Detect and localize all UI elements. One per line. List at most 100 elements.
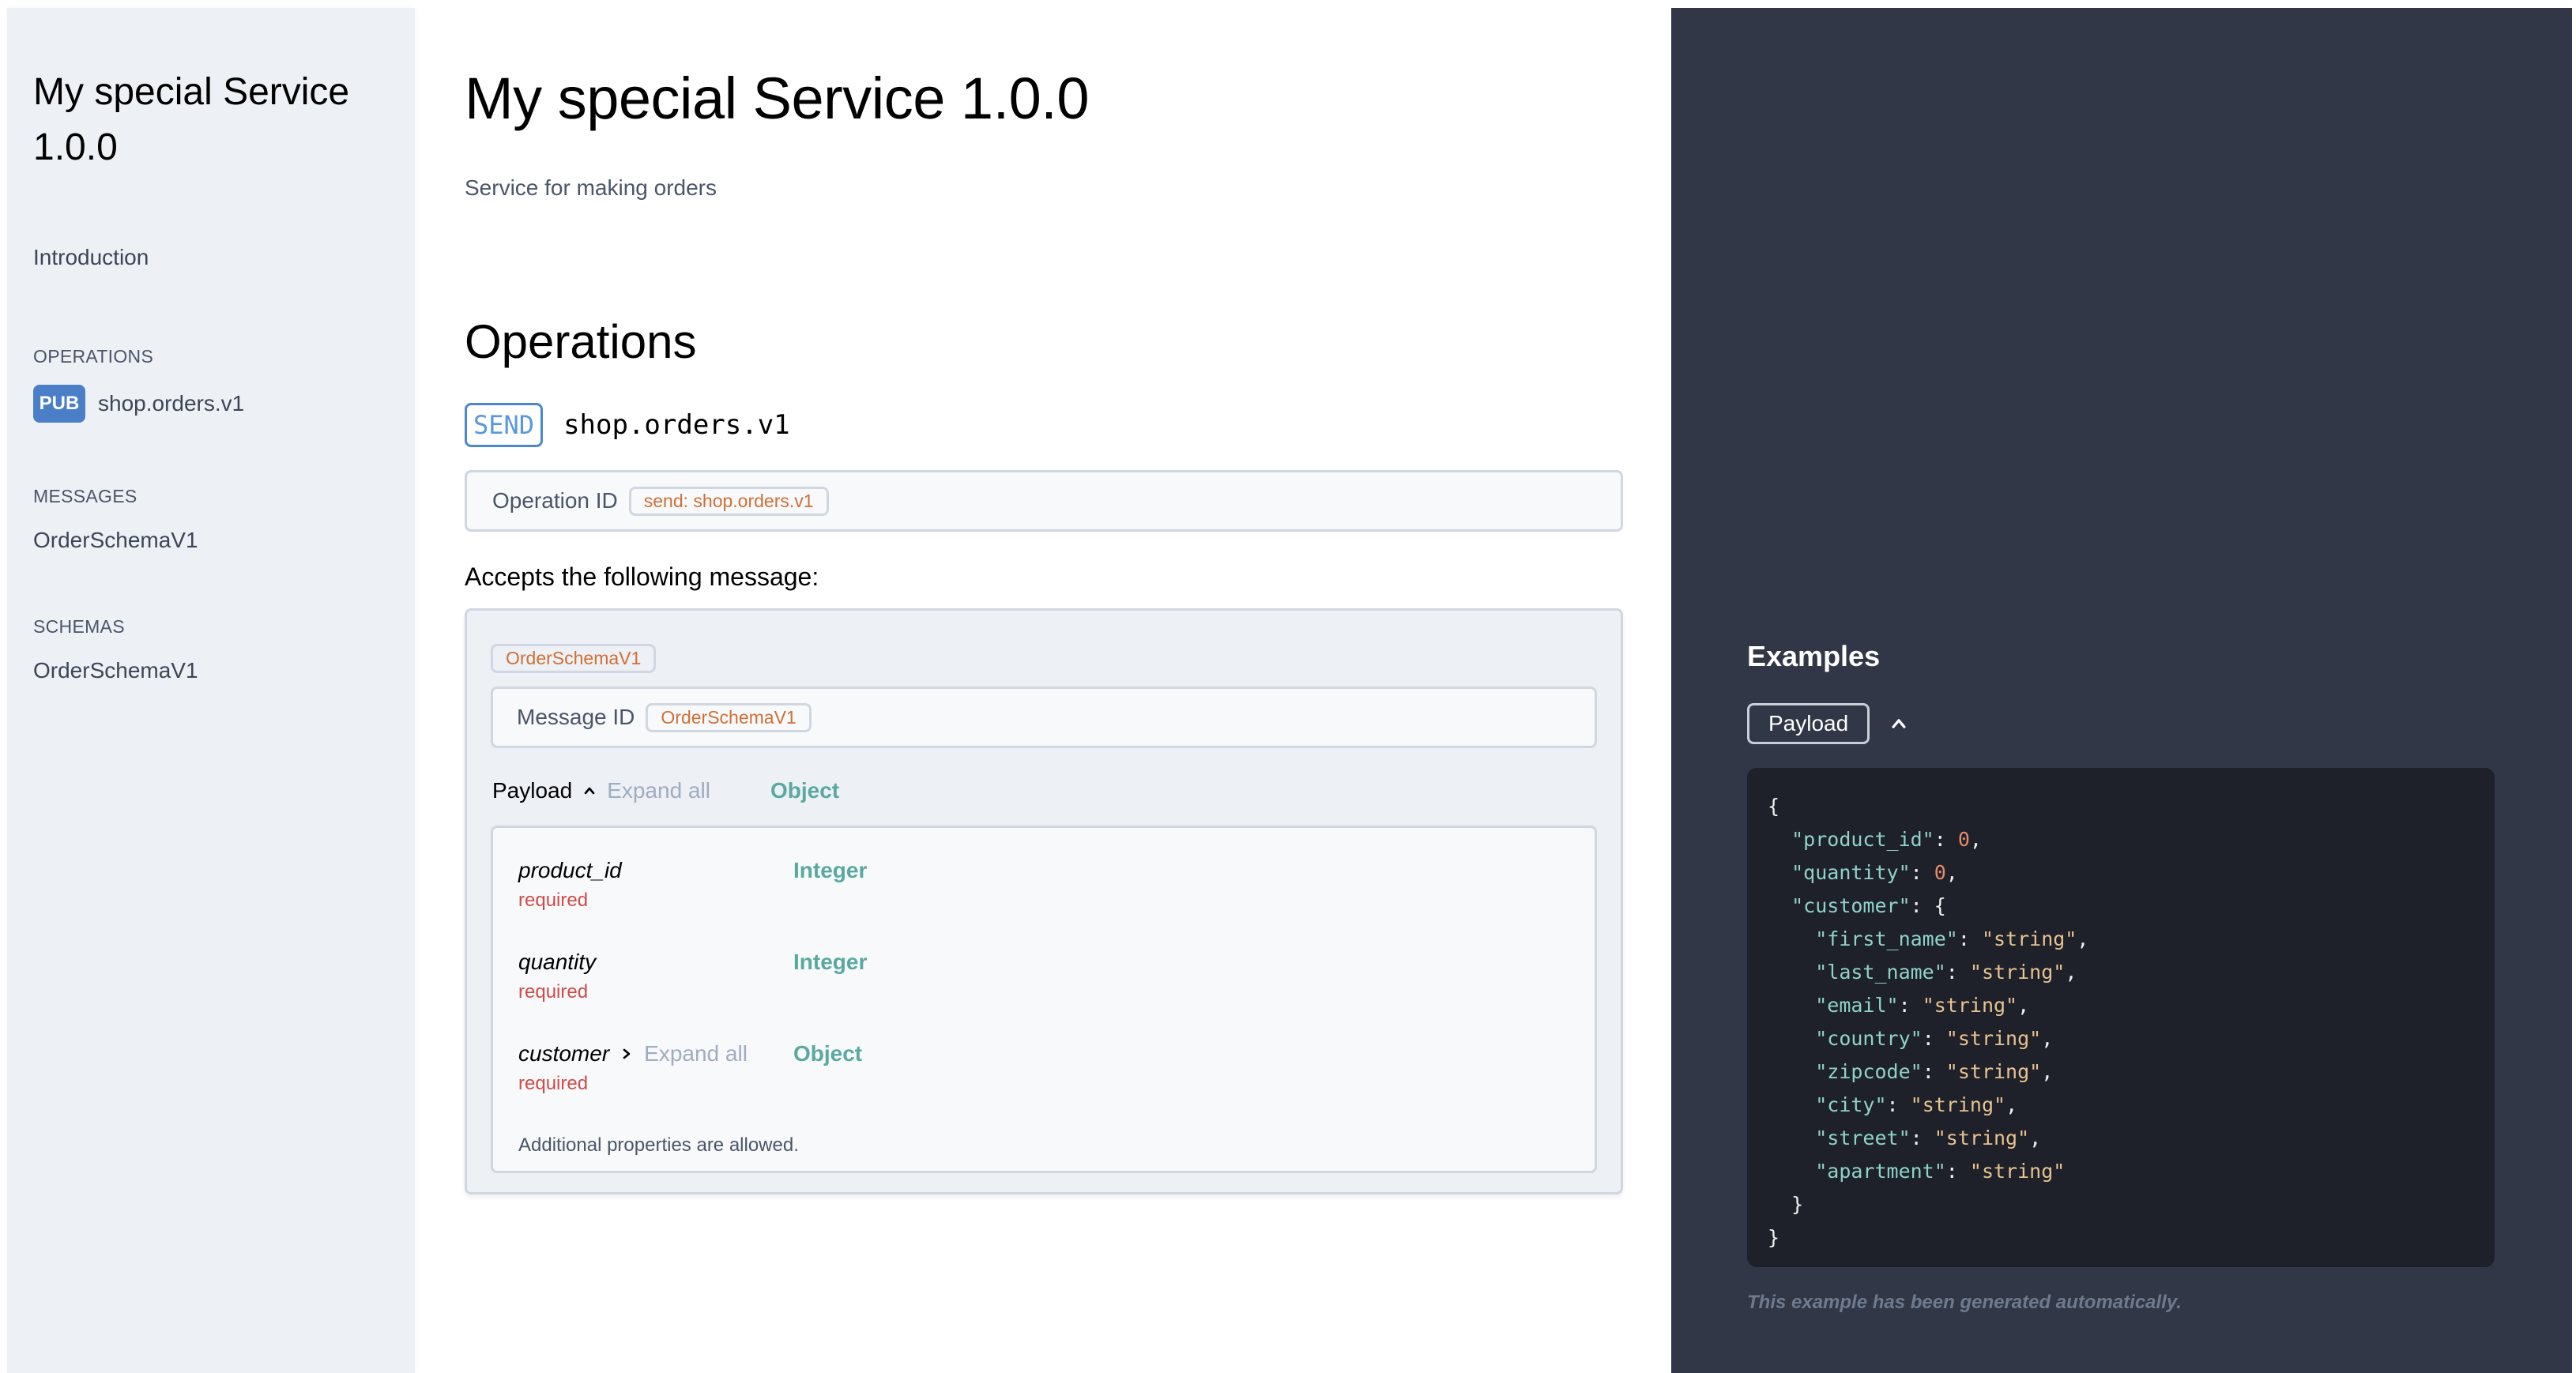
sidebar-title: My special Service 1.0.0 bbox=[33, 71, 350, 168]
property-required: required bbox=[518, 981, 589, 1002]
message-card: OrderSchemaV1 Message ID OrderSchemaV1 P… bbox=[465, 608, 1623, 1194]
examples-controls: Payload bbox=[1747, 703, 1908, 744]
code-key: "last_name" bbox=[1815, 961, 1946, 984]
code-punct: , bbox=[2041, 1027, 2054, 1050]
sidebar-item-schema[interactable]: OrderSchemaV1 bbox=[33, 658, 415, 683]
code-punct bbox=[1768, 1093, 1815, 1116]
code-punct bbox=[1768, 994, 1815, 1017]
code-line: } bbox=[1768, 1221, 2474, 1255]
code-punct: , bbox=[2005, 1093, 2018, 1116]
code-punct: : bbox=[1910, 1127, 1934, 1149]
send-badge: SEND bbox=[465, 403, 544, 447]
code-line: "product_id": 0, bbox=[1768, 823, 2474, 856]
sidebar-section-operations: OPERATIONS bbox=[33, 346, 154, 367]
example-code-block: { "product_id": 0, "quantity": 0, "custo… bbox=[1747, 768, 2495, 1267]
sidebar-item-message[interactable]: OrderSchemaV1 bbox=[33, 528, 415, 553]
message-id-box: Message ID OrderSchemaV1 bbox=[491, 686, 1597, 748]
accepts-message-label: Accepts the following message: bbox=[465, 562, 819, 591]
sidebar-section-schemas: SCHEMAS bbox=[33, 616, 125, 637]
code-punct: } bbox=[1768, 1226, 1780, 1249]
code-punct bbox=[1768, 861, 1791, 884]
code-line: "zipcode": "string", bbox=[1768, 1055, 2474, 1089]
code-punct: : bbox=[1910, 861, 1934, 884]
code-line: "country": "string", bbox=[1768, 1022, 2474, 1055]
payload-properties: product_id required Integer quantity req… bbox=[491, 826, 1597, 1173]
code-punct: , bbox=[2017, 994, 2030, 1017]
code-punct: , bbox=[2065, 961, 2077, 984]
examples-heading: Examples bbox=[1747, 640, 1881, 672]
code-string: "string" bbox=[1969, 1160, 2066, 1183]
property-required: required bbox=[518, 890, 589, 911]
code-punct bbox=[1768, 894, 1791, 917]
property-name-row: customer Expand all bbox=[518, 1041, 748, 1066]
code-key: "customer" bbox=[1791, 894, 1911, 917]
code-punct bbox=[1768, 1160, 1815, 1183]
code-punct: : bbox=[1922, 1060, 1946, 1083]
expand-all-button[interactable]: Expand all bbox=[644, 1041, 748, 1066]
code-punct: , bbox=[1969, 828, 1982, 851]
code-key: "product_id" bbox=[1791, 828, 1934, 851]
operation-header: SEND shop.orders.v1 bbox=[465, 403, 790, 447]
code-line: "city": "string", bbox=[1768, 1089, 2474, 1122]
code-punct: : bbox=[1886, 1093, 1911, 1116]
chevron-up-icon[interactable] bbox=[583, 784, 596, 797]
code-punct: , bbox=[2077, 927, 2089, 950]
operations-heading: Operations bbox=[465, 315, 697, 368]
examples-panel: Examples Payload { "product_id": 0, "qua… bbox=[1671, 8, 2572, 1373]
code-line: "last_name": "string", bbox=[1768, 956, 2474, 989]
code-punct: : bbox=[1945, 961, 1970, 984]
property-name: quantity bbox=[518, 950, 597, 974]
code-string: "string" bbox=[1934, 1127, 2030, 1149]
code-key: "email" bbox=[1815, 994, 1899, 1017]
code-key: "city" bbox=[1815, 1093, 1887, 1116]
payload-example-button[interactable]: Payload bbox=[1747, 703, 1870, 744]
property-row: quantity required Integer bbox=[518, 950, 867, 1003]
code-punct: : bbox=[1945, 1160, 1970, 1183]
payload-header: Payload Expand all Object bbox=[492, 778, 839, 803]
code-string: "string" bbox=[1945, 1060, 2042, 1083]
property-row: customer Expand all required Object bbox=[518, 1041, 862, 1095]
example-generated-note: This example has been generated automati… bbox=[1747, 1292, 2182, 1313]
chevron-up-icon[interactable] bbox=[1890, 715, 1908, 732]
property-type: Integer bbox=[793, 950, 868, 974]
operation-id-box: Operation ID send: shop.orders.v1 bbox=[465, 470, 1623, 532]
code-line: "customer": { bbox=[1768, 890, 2474, 923]
code-string: "string" bbox=[1945, 1027, 2042, 1050]
code-key: "first_name" bbox=[1815, 927, 1958, 950]
code-punct: : { bbox=[1910, 894, 1946, 917]
main-content: My special Service 1.0.0 Service for mak… bbox=[465, 0, 1623, 1373]
code-punct bbox=[1768, 927, 1815, 950]
sidebar-item-introduction[interactable]: Introduction bbox=[33, 245, 415, 270]
property-required: required bbox=[518, 1073, 589, 1094]
property-name: product_id bbox=[518, 858, 622, 882]
operation-id-label: Operation ID bbox=[492, 488, 618, 513]
property-type: Object bbox=[793, 1041, 863, 1066]
additional-properties-note: Additional properties are allowed. bbox=[518, 1134, 799, 1156]
code-number: 0 bbox=[1957, 828, 1970, 851]
code-punct bbox=[1768, 961, 1815, 984]
sidebar: My special Service 1.0.0 Introduction OP… bbox=[7, 8, 415, 1373]
code-number: 0 bbox=[1934, 861, 1946, 884]
code-punct: : bbox=[1934, 828, 1958, 851]
code-punct: } bbox=[1768, 1193, 1804, 1216]
property-name[interactable]: customer bbox=[518, 1041, 609, 1066]
sidebar-item-label: shop.orders.v1 bbox=[98, 391, 245, 416]
code-line: "first_name": "string", bbox=[1768, 923, 2474, 956]
code-string: "string" bbox=[1969, 961, 2066, 984]
message-id-label: Message ID bbox=[517, 705, 635, 729]
sidebar-item-operation[interactable]: PUB shop.orders.v1 bbox=[33, 385, 415, 423]
code-key: "country" bbox=[1815, 1027, 1923, 1050]
code-punct: { bbox=[1768, 795, 1780, 818]
code-line: "apartment": "string" bbox=[1768, 1155, 2474, 1188]
code-punct bbox=[1768, 1127, 1815, 1149]
code-line: } bbox=[1768, 1188, 2474, 1221]
code-string: "string" bbox=[1922, 994, 2018, 1017]
code-punct: : bbox=[1922, 1027, 1946, 1050]
code-line: { bbox=[1768, 790, 2474, 823]
chevron-right-icon[interactable] bbox=[620, 1048, 633, 1060]
payload-toggle[interactable]: Payload bbox=[492, 778, 572, 803]
operation-id-tag: send: shop.orders.v1 bbox=[628, 486, 829, 516]
expand-all-button[interactable]: Expand all bbox=[607, 778, 710, 803]
operation-channel: shop.orders.v1 bbox=[563, 409, 790, 441]
code-punct bbox=[1768, 1027, 1815, 1050]
